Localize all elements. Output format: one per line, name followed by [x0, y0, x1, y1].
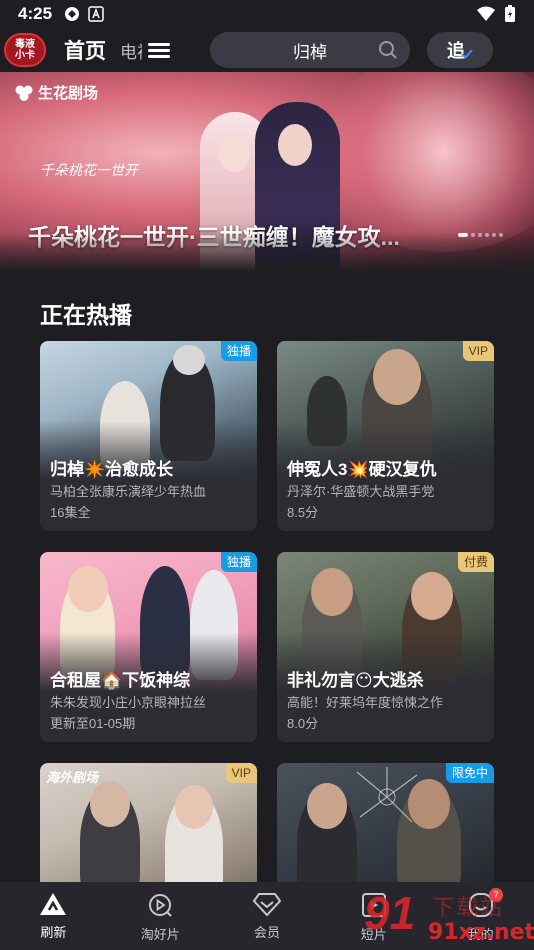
nav-shorts[interactable]: 短片 [320, 882, 427, 950]
show-card[interactable]: 限免中 ... [277, 763, 494, 893]
bottom-nav: 刷新 淘好片 会员 短片 我的 7 [0, 882, 534, 950]
a-notification-icon [88, 6, 104, 22]
show-card[interactable]: VIP 伸冤人3💥硬汉复仇 丹泽尔·华盛顿大战黑手党 8.5分 [277, 341, 494, 531]
nav-refresh[interactable]: 刷新 [0, 882, 107, 950]
cracked-glass-icon [356, 767, 418, 823]
refresh-icon [40, 893, 67, 915]
search-keyword: 归棹 [293, 42, 327, 62]
tab-home[interactable]: 首页 [64, 35, 106, 65]
badge-label: 付费 [457, 552, 494, 572]
section-title: 正在热播 [40, 302, 132, 328]
badge-label: 独播 [220, 341, 257, 361]
top-nav: 毒液 小卡 首页 电视剧 归棹 追 [0, 28, 534, 72]
badge-label: 限免中 [445, 763, 494, 783]
diamond-icon [252, 893, 281, 916]
banner-brand-label: 生花剧场 [38, 85, 99, 102]
show-meta: 8.0分 [287, 716, 319, 731]
nav-vip[interactable]: 会员 [214, 882, 321, 950]
wifi-icon [477, 6, 495, 21]
nav-profile[interactable]: 我的 7 [427, 882, 534, 950]
show-title: 伸冤人3💥硬汉复仇 [287, 460, 437, 479]
banner-brand: 生花剧场 [14, 82, 98, 103]
tab-tv[interactable]: 电视剧 [120, 38, 142, 63]
search-bar[interactable]: 归棹 [210, 32, 410, 68]
show-title: 合租屋🏠下饭神综 [50, 671, 191, 690]
status-time: 4:25 [18, 4, 53, 23]
status-bar: 4:25 [0, 0, 534, 28]
app-logo-line1: 毒液 [15, 39, 35, 50]
app-notification-icon [65, 7, 80, 21]
show-meta: 16集全 [50, 505, 91, 520]
short-video-icon [361, 893, 386, 917]
banner-show-logo: 千朵桃花一世开 [40, 163, 138, 179]
show-subtitle: 马柏全张康乐演绎少年热血 [50, 484, 207, 499]
overlay-logo: 海外剧场 [46, 770, 99, 785]
flower-icon [15, 85, 33, 101]
show-card[interactable]: 付费 非礼勿言😶大逃杀 高能！好莱坞年度惊悚之作 8.0分 [277, 552, 494, 742]
play-circle-icon [149, 894, 172, 917]
show-card[interactable]: 海外剧场 VIP 黑色... [40, 763, 257, 893]
app-logo-line2: 小卡 [15, 50, 35, 61]
show-title: 归棹✴️治愈成长 [50, 460, 174, 479]
badge-label: 独播 [220, 552, 257, 572]
show-subtitle: 高能！好莱坞年度惊悚之作 [287, 695, 444, 710]
menu-icon[interactable] [148, 39, 170, 61]
check-icon [461, 49, 473, 59]
search-icon [379, 41, 397, 59]
badge-label: VIP [462, 341, 494, 361]
nav-label: 短片 [360, 927, 387, 942]
badge-label: VIP [225, 763, 257, 783]
battery-icon [505, 5, 515, 22]
follow-button[interactable]: 追 [427, 32, 493, 68]
show-subtitle: 朱朱发现小庄小京眼神拉丝 [50, 695, 207, 710]
nav-discover[interactable]: 淘好片 [107, 882, 214, 950]
show-title: 非礼勿言😶大逃杀 [287, 671, 424, 690]
hero-banner[interactable]: 生花剧场 千朵桃花一世开 千朵桃花一世开·三世痴缠！魔女攻... [0, 72, 534, 272]
banner-face-male [278, 124, 312, 166]
nav-label: 我的 [467, 927, 494, 942]
show-card[interactable]: 独播 归棹✴️治愈成长 马柏全张康乐演绎少年热血 16集全 [40, 341, 257, 531]
nav-label: 刷新 [40, 925, 67, 940]
notification-badge: 7 [489, 888, 504, 902]
show-meta: 8.5分 [287, 505, 319, 520]
nav-label: 淘好片 [140, 927, 180, 942]
show-subtitle: 丹泽尔·华盛顿大战黑手党 [287, 484, 435, 499]
show-meta: 更新至01-05期 [50, 716, 136, 731]
show-card[interactable]: 独播 合租屋🏠下饭神综 朱朱发现小庄小京眼神拉丝 更新至01-05期 [40, 552, 257, 742]
banner-face-female [218, 132, 250, 172]
nav-label: 会员 [253, 925, 280, 940]
app-logo[interactable]: 毒液 小卡 [4, 33, 46, 67]
